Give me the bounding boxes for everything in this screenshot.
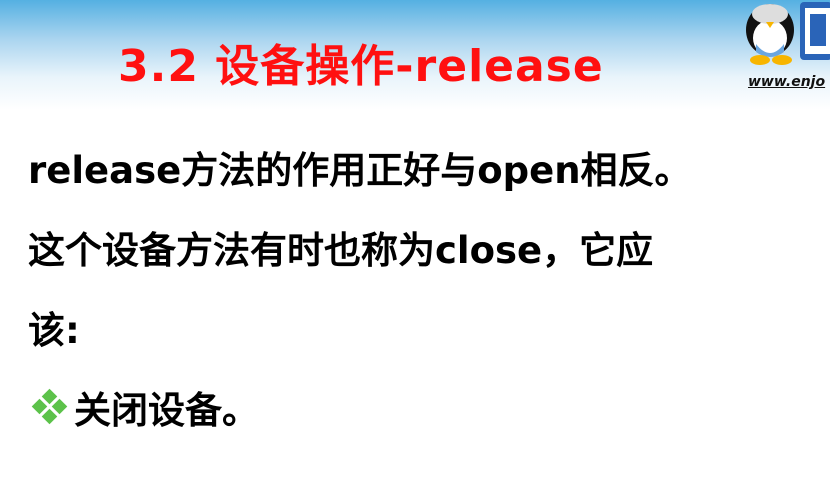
green-diamond-bullet-icon (31, 388, 68, 425)
slide-title: 3.2 设备操作-release (118, 41, 604, 92)
logo-url: www.enjo (748, 74, 826, 90)
body-line: 这个设备方法有时也称为close，它应 (28, 229, 654, 272)
bullet-item: 关闭设备。 (30, 380, 259, 434)
body-line: 该: (28, 309, 80, 352)
penguin-logo-icon (746, 2, 830, 65)
body-line: release方法的作用正好与open相反。 (28, 149, 692, 192)
bullet-text: 关闭设备。 (74, 389, 259, 432)
